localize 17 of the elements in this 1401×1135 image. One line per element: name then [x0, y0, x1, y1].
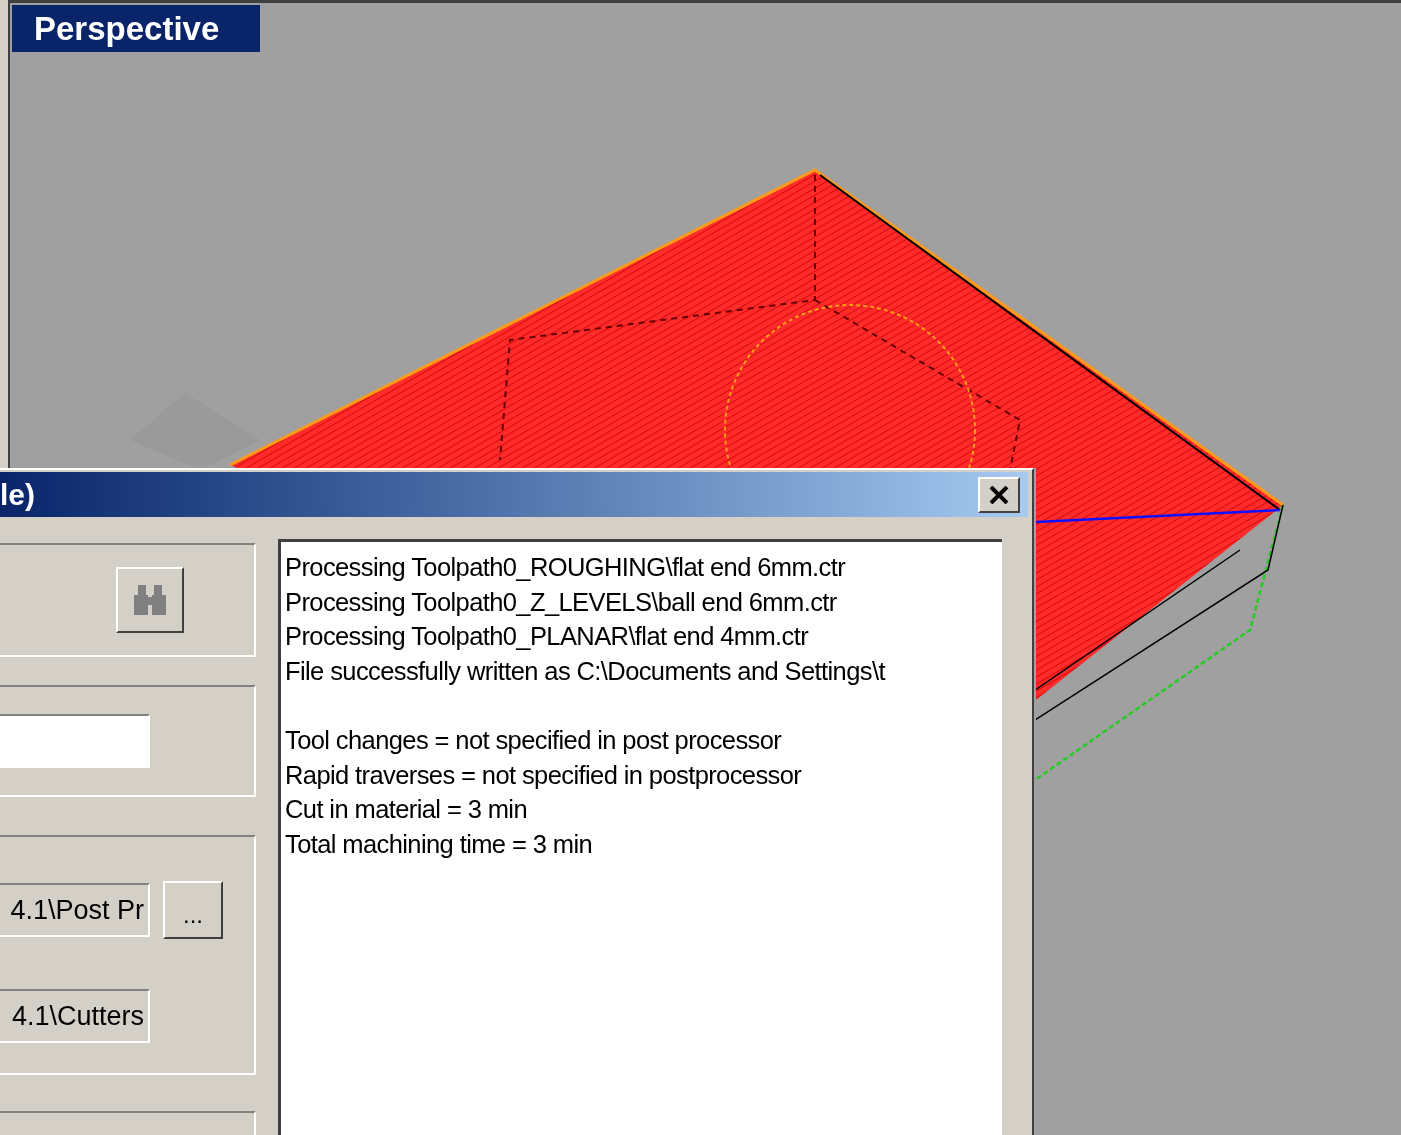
- viewport-title: Perspective: [12, 5, 260, 52]
- binoculars-icon: [132, 583, 168, 617]
- path-field[interactable]: 4.1\Cutters: [0, 989, 150, 1043]
- browse-button[interactable]: ...: [163, 881, 223, 939]
- log-line: Processing Toolpath0_ROUGHING\flat end 6mm.ctr: [285, 552, 846, 583]
- log-line: Tool changes = not specified in post processor: [285, 724, 782, 756]
- log-line: Processing Toolpath0_Z_LEVELS\ball end 6mm.ctr: [285, 586, 837, 618]
- log-line: Rapid traverses = not specified in postprocessor: [285, 759, 802, 791]
- log-line: Cut in material = 3 min: [285, 794, 527, 826]
- log-line: Total machining time = 3 min: [285, 828, 593, 860]
- window-title: le): [0, 477, 35, 513]
- close-button[interactable]: [978, 476, 1020, 513]
- log-line: File successfully written as C:\Documents and Settings\t: [285, 655, 885, 687]
- find-button[interactable]: [116, 567, 184, 633]
- path-field[interactable]: 4.1\Post Pr: [0, 883, 150, 937]
- log-line: Processing Toolpath0_PLANAR\flat end 4mm.ctr: [285, 621, 809, 653]
- close-icon: [989, 485, 1009, 504]
